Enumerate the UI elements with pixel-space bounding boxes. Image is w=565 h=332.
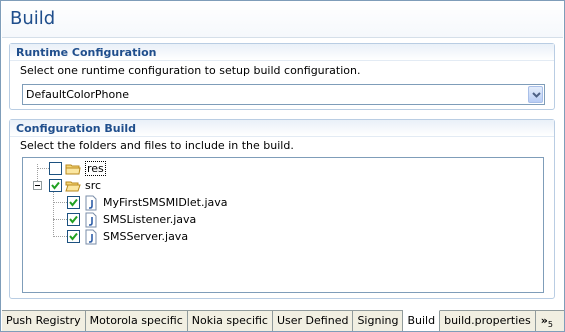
editor-title-bar: Build (2, 2, 563, 38)
runtime-configuration-section: Runtime Configuration Select one runtime… (9, 43, 555, 110)
runtime-section-description: Select one runtime configuration to setu… (20, 64, 361, 77)
overflow-count: 5 (547, 320, 553, 330)
folder-icon (65, 164, 81, 174)
build-section-title: Configuration Build (16, 122, 137, 135)
tree-item-res[interactable]: res (49, 160, 106, 177)
build-section-header[interactable]: Configuration Build (10, 120, 554, 137)
tree-item-label: MyFirstSMSMIDlet.java (103, 196, 228, 209)
dropdown-button[interactable] (528, 86, 543, 103)
folder-open-icon (65, 181, 81, 191)
java-file-icon (85, 195, 97, 210)
file-checkbox[interactable] (67, 213, 80, 226)
tree-connector (53, 202, 67, 203)
configuration-build-section: Configuration Build Select the folders a… (9, 119, 555, 299)
tree-item-label: SMSListener.java (103, 213, 197, 226)
check-icon (69, 215, 78, 224)
java-file-icon (85, 229, 97, 244)
tree-connector (37, 168, 49, 169)
tree-item-file[interactable]: MyFirstSMSMIDlet.java (67, 194, 228, 211)
runtime-section-title: Runtime Configuration (16, 46, 157, 59)
tree-connector (53, 219, 67, 220)
tab-signing[interactable]: Signing (353, 311, 404, 331)
collapse-toggle[interactable] (33, 181, 42, 190)
build-section-description: Select the folders and files to include … (20, 139, 294, 152)
tabs-overflow-button[interactable]: »5 (535, 311, 557, 331)
check-icon (69, 232, 78, 241)
page-title: Build (10, 8, 56, 29)
runtime-configuration-value: DefaultColorPhone (26, 88, 129, 101)
tab-build-properties[interactable]: build.properties (440, 311, 536, 331)
tree-item-file[interactable]: SMSListener.java (67, 211, 196, 228)
tab-motorola-specific[interactable]: Motorola specific (85, 311, 188, 331)
tree-item-label: SMSServer.java (103, 230, 189, 243)
overflow-chevron-icon: » (540, 314, 548, 327)
file-checkbox[interactable] (67, 230, 80, 243)
build-file-tree[interactable]: res src MyFirstSMSMIDlet.java SMSListene… (22, 157, 544, 293)
runtime-configuration-dropdown[interactable]: DefaultColorPhone (22, 84, 545, 105)
src-checkbox[interactable] (49, 179, 62, 192)
tab-build[interactable]: Build (403, 310, 441, 331)
runtime-section-header[interactable]: Runtime Configuration (10, 44, 554, 61)
res-checkbox[interactable] (49, 162, 62, 175)
chevron-down-icon (532, 92, 541, 98)
tree-connector (53, 192, 54, 237)
editor-page-tabs: Push Registry Motorola specific Nokia sp… (2, 310, 564, 331)
tab-push-registry[interactable]: Push Registry (2, 311, 86, 331)
tree-item-label: res (85, 161, 106, 176)
java-file-icon (85, 212, 97, 227)
file-checkbox[interactable] (67, 196, 80, 209)
build-editor: Build Runtime Configuration Select one r… (0, 0, 565, 332)
tab-nokia-specific[interactable]: Nokia specific (187, 311, 273, 331)
tab-user-defined[interactable]: User Defined (272, 311, 354, 331)
check-icon (69, 198, 78, 207)
tree-item-file[interactable]: SMSServer.java (67, 228, 188, 245)
tree-item-src[interactable]: src (49, 177, 101, 194)
tree-item-label: src (85, 179, 102, 192)
tree-connector (53, 236, 67, 237)
check-icon (51, 181, 60, 190)
